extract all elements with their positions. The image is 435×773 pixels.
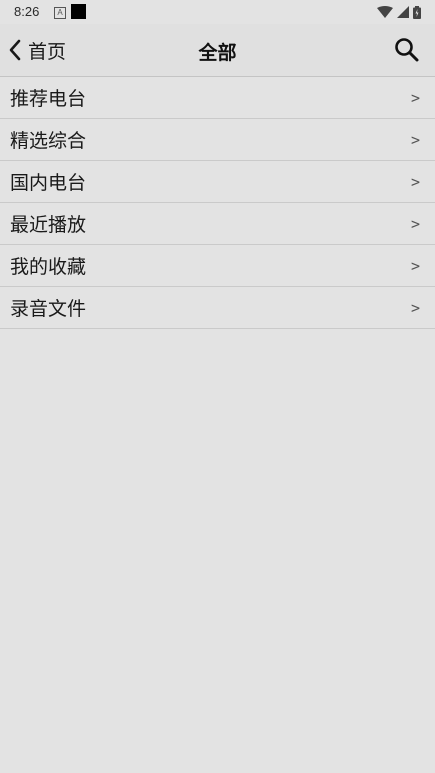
search-icon	[395, 38, 419, 62]
category-list: 推荐电台 > 精选综合 > 国内电台 > 最近播放 > 我的收藏 > 录音文件 …	[0, 77, 435, 329]
a-notification-icon: A	[54, 7, 66, 19]
list-item-label: 我的收藏	[10, 256, 87, 278]
chevron-right-icon: >	[410, 172, 420, 191]
list-item-recommended-stations[interactable]: 推荐电台 >	[0, 77, 435, 119]
status-icons	[377, 4, 421, 20]
list-item-recently-played[interactable]: 最近播放 >	[0, 203, 435, 245]
list-item-label: 最近播放	[10, 214, 87, 236]
status-bar: 8:26 A	[0, 0, 435, 24]
status-time: 8:26	[14, 4, 40, 19]
list-item-label: 精选综合	[10, 130, 87, 152]
chevron-right-icon: >	[410, 214, 420, 233]
list-item-featured-variety[interactable]: 精选综合 >	[0, 119, 435, 161]
list-item-domestic-stations[interactable]: 国内电台 >	[0, 161, 435, 203]
chevron-right-icon: >	[410, 88, 420, 107]
header: 首页 全部	[0, 24, 435, 77]
signal-icon	[397, 6, 409, 18]
wifi-icon	[377, 6, 393, 18]
list-item-recordings[interactable]: 录音文件 >	[0, 287, 435, 329]
notification-square-icon	[71, 4, 86, 19]
chevron-right-icon: >	[410, 130, 420, 149]
list-item-label: 推荐电台	[10, 88, 87, 110]
chevron-right-icon: >	[410, 298, 420, 317]
back-label: 首页	[28, 40, 67, 63]
list-item-label: 国内电台	[10, 172, 87, 194]
search-button[interactable]	[393, 36, 421, 64]
list-item-my-favorites[interactable]: 我的收藏 >	[0, 245, 435, 287]
battery-icon	[413, 5, 421, 19]
list-item-label: 录音文件	[10, 298, 87, 320]
chevron-right-icon: >	[410, 256, 420, 275]
back-button[interactable]: 首页	[8, 34, 66, 66]
chevron-left-icon	[9, 39, 21, 61]
